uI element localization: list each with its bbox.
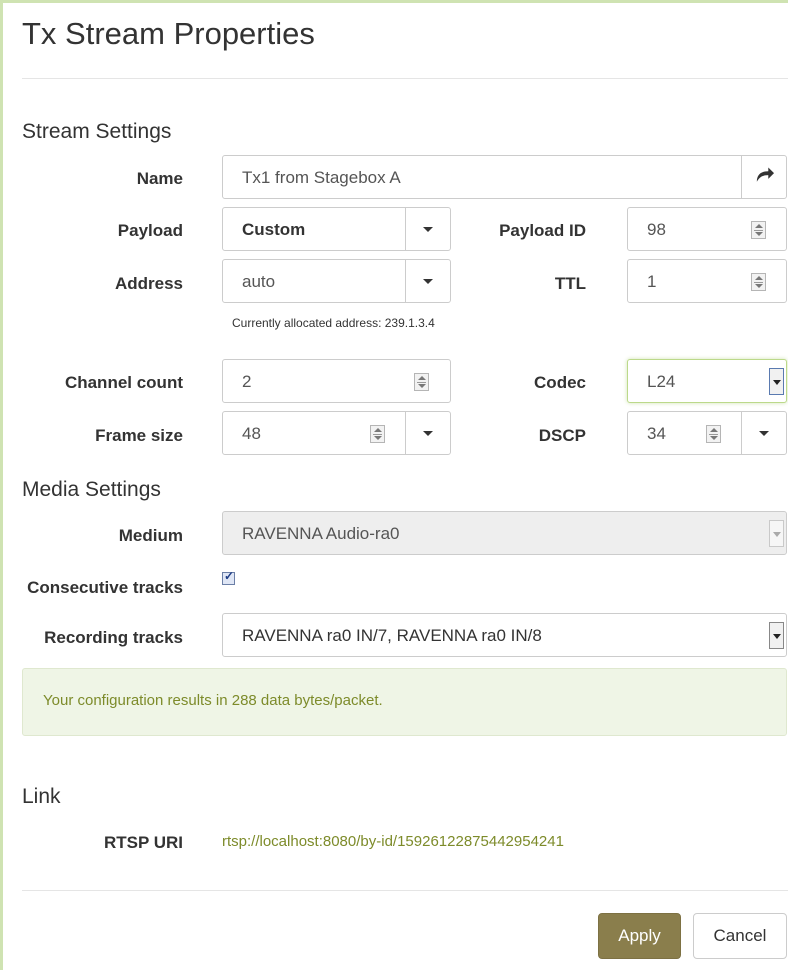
rtsp-uri-label: RTSP URI xyxy=(103,833,183,852)
medium-value: RAVENNA Audio-ra0 xyxy=(242,524,400,543)
channel-count-label: Channel count xyxy=(64,373,183,392)
frame-size-label: Frame size xyxy=(95,426,183,445)
codec-select[interactable]: L24 xyxy=(627,359,787,403)
payload-id-value: 98 xyxy=(647,220,666,239)
recording-tracks-select[interactable]: RAVENNA ra0 IN/7, RAVENNA ra0 IN/8 xyxy=(222,613,787,657)
ttl-value: 1 xyxy=(647,272,657,291)
payload-dropdown-toggle[interactable] xyxy=(405,208,450,250)
dscp-dropdown-toggle[interactable] xyxy=(741,412,786,454)
frame-size-value: 48 xyxy=(242,424,261,443)
frame-size-dropdown-toggle[interactable] xyxy=(405,412,450,454)
spin-down-icon xyxy=(755,284,763,288)
footer-divider xyxy=(22,890,788,891)
spin-up-icon xyxy=(755,276,763,280)
name-value: Tx1 from Stagebox A xyxy=(242,168,401,187)
medium-select: RAVENNA Audio-ra0 xyxy=(222,511,787,555)
chevron-down-icon xyxy=(759,431,769,436)
chevron-down-icon xyxy=(773,380,781,385)
info-message: Your configuration results in 288 data b… xyxy=(43,692,383,709)
name-label: Name xyxy=(136,169,183,188)
payload-id-label: Payload ID xyxy=(499,221,586,240)
dscp-input[interactable]: 34 xyxy=(627,411,787,455)
payload-label: Payload xyxy=(117,221,183,240)
share-icon xyxy=(756,167,775,182)
spin-divider xyxy=(417,382,426,383)
spin-down-icon xyxy=(710,436,718,440)
chevron-down-icon xyxy=(423,431,433,436)
chevron-down-icon xyxy=(773,532,781,537)
checkmark-icon: ✓ xyxy=(224,569,235,583)
consecutive-tracks-label: Consecutive tracks xyxy=(27,578,183,597)
address-select[interactable]: auto xyxy=(222,259,451,303)
ttl-input[interactable]: 1 xyxy=(627,259,787,303)
ttl-label: TTL xyxy=(554,274,586,293)
recording-tracks-dropdown-toggle[interactable] xyxy=(769,622,784,649)
address-hint: Currently allocated address: 239.1.3.4 xyxy=(232,316,435,330)
spin-divider xyxy=(754,282,763,283)
address-label: Address xyxy=(114,274,183,293)
payload-id-spinner[interactable] xyxy=(751,221,766,239)
rtsp-uri-value: rtsp://localhost:8080/by-id/159261228754… xyxy=(222,833,564,850)
spin-up-icon xyxy=(710,428,718,432)
channel-count-value: 2 xyxy=(242,372,252,391)
spin-divider xyxy=(709,434,718,435)
share-button[interactable] xyxy=(741,156,786,198)
dscp-value: 34 xyxy=(647,424,666,443)
address-dropdown-toggle[interactable] xyxy=(405,260,450,302)
dscp-spinner[interactable] xyxy=(706,425,721,443)
chevron-down-icon xyxy=(423,279,433,284)
dscp-label: DSCP xyxy=(538,426,586,445)
stream-settings-heading: Stream Settings xyxy=(22,120,172,143)
chevron-down-icon xyxy=(423,227,433,232)
consecutive-tracks-checkbox[interactable]: ✓ xyxy=(222,569,235,585)
link-heading: Link xyxy=(22,785,61,808)
payload-id-input[interactable]: 98 xyxy=(627,207,787,251)
chevron-down-icon xyxy=(773,634,781,639)
codec-dropdown-toggle[interactable] xyxy=(769,368,784,395)
spin-up-icon xyxy=(418,376,426,380)
recording-tracks-value: RAVENNA ra0 IN/7, RAVENNA ra0 IN/8 xyxy=(242,626,542,645)
cancel-button[interactable]: Cancel xyxy=(693,913,787,959)
spin-up-icon xyxy=(374,428,382,432)
media-settings-heading: Media Settings xyxy=(22,478,161,501)
frame-size-spinner[interactable] xyxy=(370,425,385,443)
info-alert: Your configuration results in 288 data b… xyxy=(22,668,787,736)
name-input[interactable]: Tx1 from Stagebox A xyxy=(222,155,787,199)
apply-button[interactable]: Apply xyxy=(598,913,681,959)
spin-divider xyxy=(754,230,763,231)
medium-label: Medium xyxy=(118,526,183,545)
spin-divider xyxy=(373,434,382,435)
codec-label: Codec xyxy=(534,373,586,392)
spin-down-icon xyxy=(374,436,382,440)
recording-tracks-label: Recording tracks xyxy=(44,628,183,647)
channel-count-input[interactable]: 2 xyxy=(222,359,451,403)
channel-count-spinner[interactable] xyxy=(414,373,429,391)
codec-value: L24 xyxy=(647,372,676,391)
address-value: auto xyxy=(242,272,276,291)
payload-value: Custom xyxy=(242,220,306,239)
medium-dropdown-toggle xyxy=(769,520,784,547)
frame-size-input[interactable]: 48 xyxy=(222,411,451,455)
dialog-title: Tx Stream Properties xyxy=(22,16,315,51)
spin-down-icon xyxy=(418,384,426,388)
title-divider xyxy=(22,78,788,79)
spin-down-icon xyxy=(755,232,763,236)
ttl-spinner[interactable] xyxy=(751,273,766,291)
spin-up-icon xyxy=(755,224,763,228)
payload-select[interactable]: Custom xyxy=(222,207,451,251)
